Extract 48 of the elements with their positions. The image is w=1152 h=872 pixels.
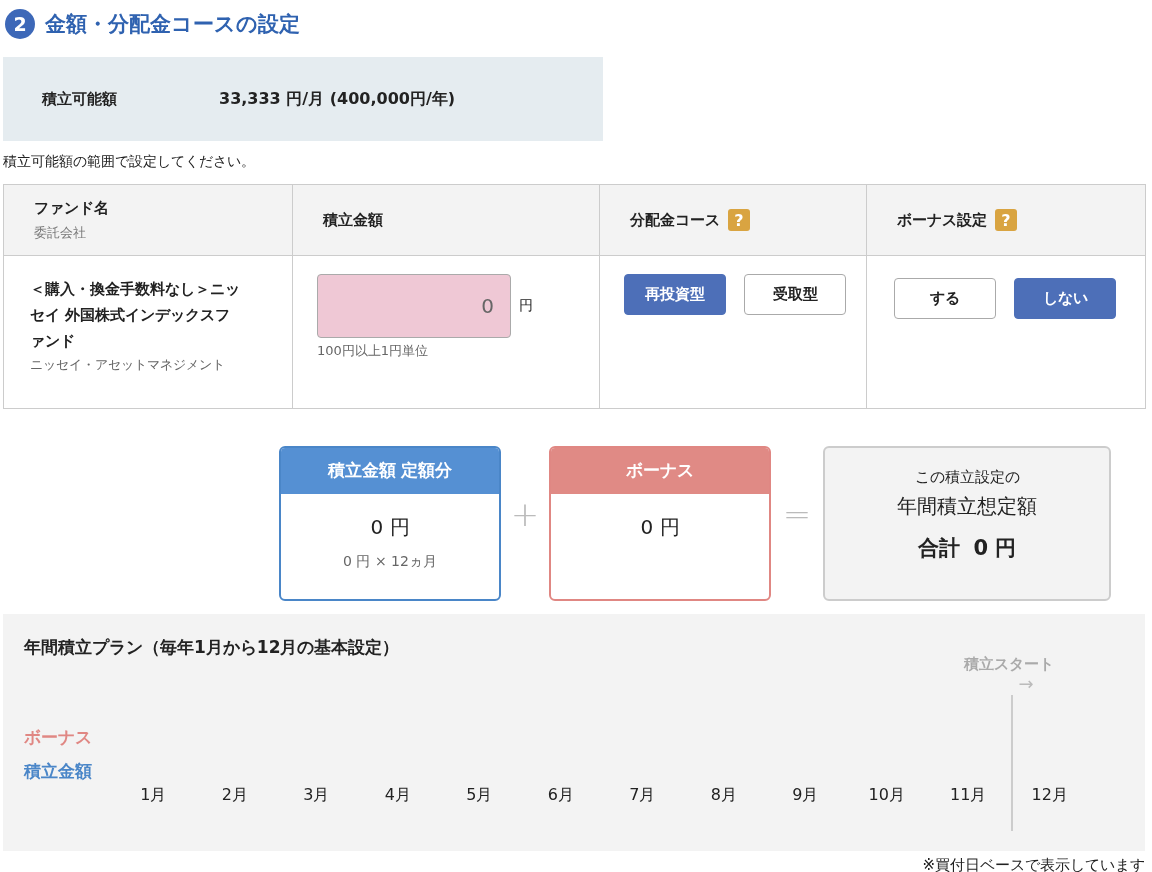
total-caption: この積立設定の	[914, 468, 1020, 487]
column-header: 分配金コース	[630, 210, 720, 230]
available-label: 積立可能額	[42, 89, 117, 109]
total-title: 年間積立想定額	[897, 493, 1037, 520]
column-subheader: 委託会社	[34, 223, 87, 242]
unit-label: 円	[519, 297, 533, 315]
month-label: 12月	[1031, 785, 1068, 804]
section-title: 金額・分配金コースの設定	[45, 11, 300, 38]
card-header: ボーナス	[551, 448, 769, 494]
month-label: 9月	[792, 785, 819, 804]
month-label: 11月	[950, 785, 987, 804]
plan-title: 年間積立プラン（毎年1月から12月の基本設定）	[24, 636, 401, 659]
month-label: 8月	[710, 785, 737, 804]
column-header: ファンド名	[34, 199, 109, 216]
column-header: 積立金額	[323, 211, 383, 228]
amount-input[interactable]: 0	[317, 274, 511, 338]
month-label: 2月	[221, 785, 248, 804]
month-label: 1月	[140, 785, 167, 804]
total-amount: 0 円	[973, 535, 1017, 562]
arrow-icon: →	[1018, 673, 1034, 694]
footnote: ※買付日ベースで表示しています	[922, 856, 1145, 872]
month-label: 6月	[547, 785, 574, 804]
bonus-option-button[interactable]: しない	[1014, 278, 1116, 319]
course-option-button[interactable]: 受取型	[744, 274, 846, 315]
month-label: 4月	[384, 785, 411, 804]
amount-hint: 100円以上1円単位	[317, 342, 430, 360]
total-label: 合計	[917, 535, 960, 562]
available-value: 33,333 円/月 (400,000円/年)	[219, 88, 456, 110]
month-label: 3月	[303, 785, 330, 804]
legend-label: 積立金額	[24, 761, 93, 783]
month-label: 5月	[466, 785, 493, 804]
legend-label: ボーナス	[24, 727, 93, 749]
card-amount: 0 円	[370, 514, 410, 541]
column-header: ボーナス設定	[897, 210, 987, 230]
fund-name: ＜購入・換金手数料なし＞ニッセイ 外国株式インデックスファンド	[30, 279, 240, 352]
equals-sign: =	[781, 494, 813, 534]
bonus-option-button[interactable]: する	[894, 278, 996, 319]
month-label: 7月	[629, 785, 656, 804]
instruction-text: 積立可能額の範囲で設定してください。	[3, 153, 255, 169]
step-number-badge: 2	[5, 9, 35, 39]
card-detail: 0 円 × 12ヵ月	[343, 553, 437, 571]
card-header: 積立金額 定額分	[281, 448, 499, 494]
month-label: 10月	[868, 785, 905, 804]
fund-company: ニッセイ・アセットマネジメント	[30, 356, 226, 374]
course-option-button[interactable]: 再投資型	[624, 274, 726, 315]
plus-sign: +	[509, 494, 541, 534]
start-label: 積立スタート	[962, 655, 1055, 674]
card-amount: 0 円	[640, 514, 680, 541]
